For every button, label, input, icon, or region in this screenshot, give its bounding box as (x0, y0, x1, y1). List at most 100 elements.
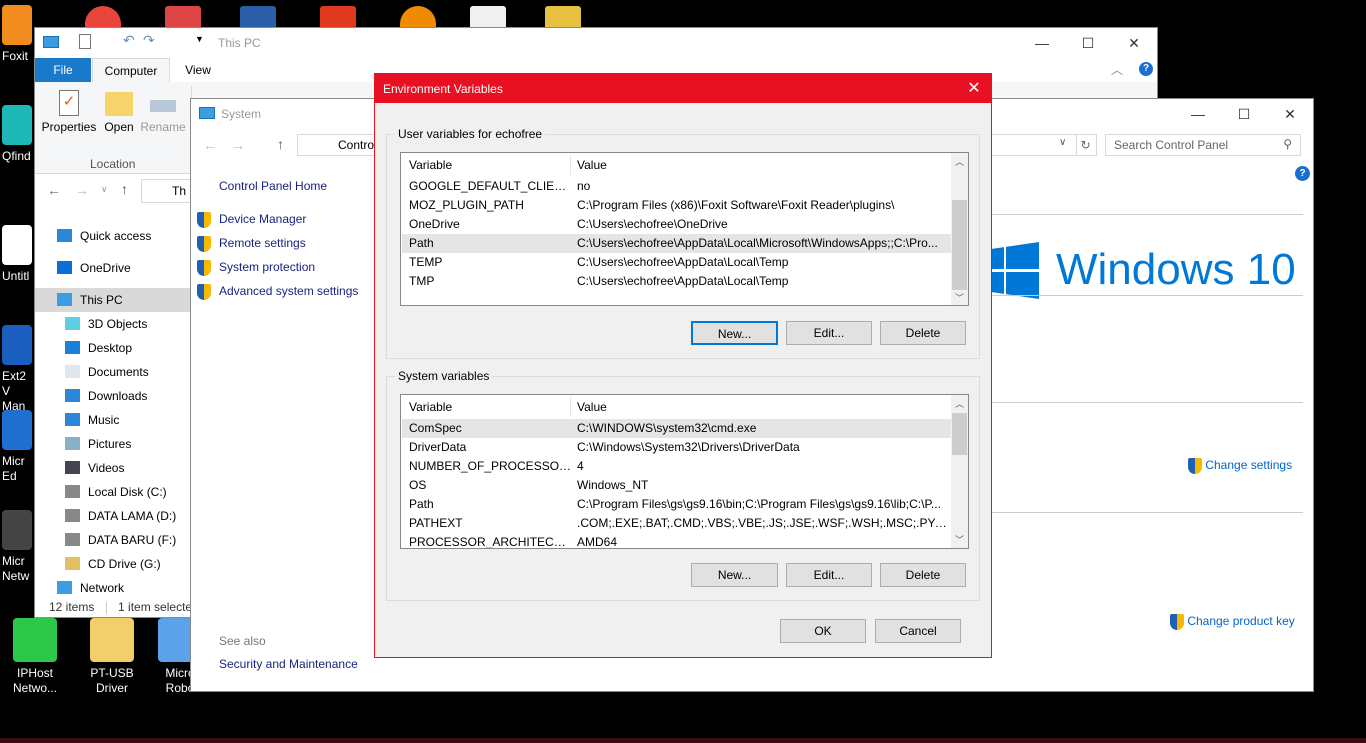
back-button[interactable]: ← (203, 137, 217, 153)
user-edit-button[interactable]: Edit... (786, 321, 872, 345)
nav-item-desktop[interactable]: Desktop (35, 336, 190, 360)
refresh-button[interactable]: ↻ (1076, 134, 1094, 156)
nav-item-videos[interactable]: Videos (35, 456, 190, 480)
table-row[interactable]: MOZ_PLUGIN_PATH C:\Program Files (x86)\Fo… (402, 196, 952, 215)
nav-item-this-pc[interactable]: This PC (35, 288, 190, 312)
nav-item-quick-access[interactable]: Quick access (35, 224, 190, 248)
nav-item-documents[interactable]: Documents (35, 360, 190, 384)
properties-button[interactable]: ✓ Properties (41, 88, 97, 134)
properties-qat-icon[interactable] (79, 34, 91, 49)
scrollbar[interactable]: ︿ ﹀ (951, 153, 968, 305)
table-row[interactable]: Path C:\Program Files\gs\gs9.16\bin;C:\Pr… (402, 495, 952, 514)
table-row[interactable]: OS Windows_NT (402, 476, 952, 495)
column-header-value[interactable]: Value (577, 153, 949, 177)
table-row[interactable]: TMP C:\Users\echofree\AppData\Local\Temp (402, 272, 952, 291)
desktop-icon[interactable]: Ext2 V Man (2, 325, 34, 414)
link-system-protection[interactable]: System protection (197, 260, 315, 276)
dialog-titlebar[interactable]: Environment Variables ✕ (375, 74, 991, 103)
user-variables-list[interactable]: Variable Value GOOGLE_DEFAULT_CLIENT_...… (400, 152, 969, 306)
system-variables-list[interactable]: Variable Value ComSpec C:\WINDOWS\system3… (400, 394, 969, 549)
nav-item-cd-drive-g[interactable]: CD Drive (G:) (35, 552, 190, 576)
close-button[interactable]: ✕ (1111, 28, 1157, 58)
taskbar[interactable] (0, 738, 1366, 743)
nav-item-data-lama-d[interactable]: DATA LAMA (D:) (35, 504, 190, 528)
maximize-button[interactable]: ☐ (1065, 28, 1111, 58)
forward-button[interactable]: → (75, 182, 89, 198)
nav-item-data-baru-f[interactable]: DATA BARU (F:) (35, 528, 190, 552)
open-button[interactable]: Open (101, 88, 137, 134)
system-edit-button[interactable]: Edit... (786, 563, 872, 587)
user-delete-button[interactable]: Delete (880, 321, 966, 345)
tab-file[interactable]: File (35, 58, 91, 82)
forward-button[interactable]: → (231, 137, 245, 153)
minimize-button[interactable]: — (1019, 28, 1065, 58)
desktop-icon[interactable]: PT-USB Driver (82, 618, 142, 696)
user-new-button[interactable]: New... (691, 321, 778, 345)
link-remote-settings[interactable]: Remote settings (197, 236, 306, 252)
search-input[interactable]: Search Control Panel ⚲ (1105, 134, 1301, 156)
explorer-titlebar[interactable]: ↶ ↷ ▼ This PC — ☐ ✕ (35, 28, 1157, 58)
recent-dropdown[interactable]: ∨ (101, 184, 108, 195)
rename-button[interactable]: Rename (140, 88, 186, 134)
scroll-down-button[interactable]: ﹀ (955, 533, 964, 546)
security-maintenance-link[interactable]: Security and Maintenance (219, 657, 358, 671)
column-header-variable[interactable]: Variable (409, 395, 573, 419)
scroll-down-button[interactable]: ﹀ (955, 291, 964, 304)
column-header-variable[interactable]: Variable (409, 153, 573, 177)
desktop-icon[interactable]: IPHost Netwo... (5, 618, 65, 696)
minimize-button[interactable]: — (1175, 99, 1221, 129)
system-delete-button[interactable]: Delete (880, 563, 966, 587)
nav-item-onedrive[interactable]: OneDrive (35, 256, 190, 280)
close-button[interactable]: ✕ (1267, 99, 1313, 129)
table-row[interactable]: GOOGLE_DEFAULT_CLIENT_... no (402, 177, 952, 196)
help-icon[interactable]: ? (1295, 166, 1310, 181)
table-row[interactable]: DriverData C:\Windows\System32\Drivers\Dr… (402, 438, 952, 457)
up-button[interactable]: ↑ (277, 136, 284, 152)
ok-button[interactable]: OK (780, 619, 866, 643)
table-row[interactable]: PATHEXT .COM;.EXE;.BAT;.CMD;.VBS;.VBE;.JS… (402, 514, 952, 533)
table-row[interactable]: OneDrive C:\Users\echofree\OneDrive (402, 215, 952, 234)
desktop-icon[interactable]: Micr Netw (2, 510, 34, 584)
nav-item-local-disk-c[interactable]: Local Disk (C:) (35, 480, 190, 504)
address-dropdown-icon[interactable]: ∨ (1059, 137, 1066, 148)
desktop-icon[interactable]: Micr Ed (2, 410, 34, 484)
windows-logo (991, 241, 1041, 302)
nav-item-downloads[interactable]: Downloads (35, 384, 190, 408)
nav-item-pictures[interactable]: Pictures (35, 432, 190, 456)
table-row[interactable]: NUMBER_OF_PROCESSORS 4 (402, 457, 952, 476)
desktop-icon[interactable]: Untitl (2, 225, 34, 284)
collapse-ribbon-icon[interactable]: ︿ (1111, 61, 1123, 78)
nav-item-3d-objects[interactable]: 3D Objects (35, 312, 190, 336)
control-panel-home-link[interactable]: Control Panel Home (219, 179, 327, 193)
scroll-up-button[interactable]: ︿ (955, 397, 964, 410)
table-row[interactable]: TEMP C:\Users\echofree\AppData\Local\Temp (402, 253, 952, 272)
scroll-up-button[interactable]: ︿ (955, 155, 964, 168)
link-device-manager[interactable]: Device Manager (197, 212, 306, 228)
column-header-value[interactable]: Value (577, 395, 949, 419)
link-advanced-system-settings[interactable]: Advanced system settings (197, 284, 358, 300)
change-settings-link[interactable]: Change settings (1188, 458, 1292, 474)
close-button[interactable]: ✕ (957, 74, 991, 103)
system-new-button[interactable]: New... (691, 563, 778, 587)
table-row[interactable]: PROCESSOR_ARCHITECTURE AMD64 (402, 533, 952, 548)
desktop-icon[interactable]: Foxit (2, 5, 34, 64)
table-row[interactable]: Path C:\Users\echofree\AppData\Local\Micr… (402, 234, 952, 253)
scroll-thumb[interactable] (952, 200, 967, 290)
help-icon[interactable]: ? (1139, 62, 1153, 76)
tab-view[interactable]: View (171, 58, 225, 82)
scroll-thumb[interactable] (952, 413, 967, 455)
change-product-key-link[interactable]: Change product key (1170, 614, 1295, 630)
customize-qat-icon[interactable]: ▼ (195, 34, 204, 44)
nav-item-music[interactable]: Music (35, 408, 190, 432)
undo-icon[interactable]: ↶ (123, 32, 135, 49)
scrollbar[interactable]: ︿ ﹀ (951, 395, 968, 548)
desktop-icon[interactable]: Qfind (2, 105, 34, 164)
tab-computer[interactable]: Computer (92, 58, 170, 83)
table-row[interactable]: ComSpec C:\WINDOWS\system32\cmd.exe (402, 419, 952, 438)
redo-icon[interactable]: ↷ (143, 32, 155, 49)
cancel-button[interactable]: Cancel (875, 619, 961, 643)
maximize-button[interactable]: ☐ (1221, 99, 1267, 129)
back-button[interactable]: ← (47, 182, 61, 198)
nav-item-network[interactable]: Network (35, 576, 190, 596)
up-button[interactable]: ↑ (121, 181, 128, 197)
